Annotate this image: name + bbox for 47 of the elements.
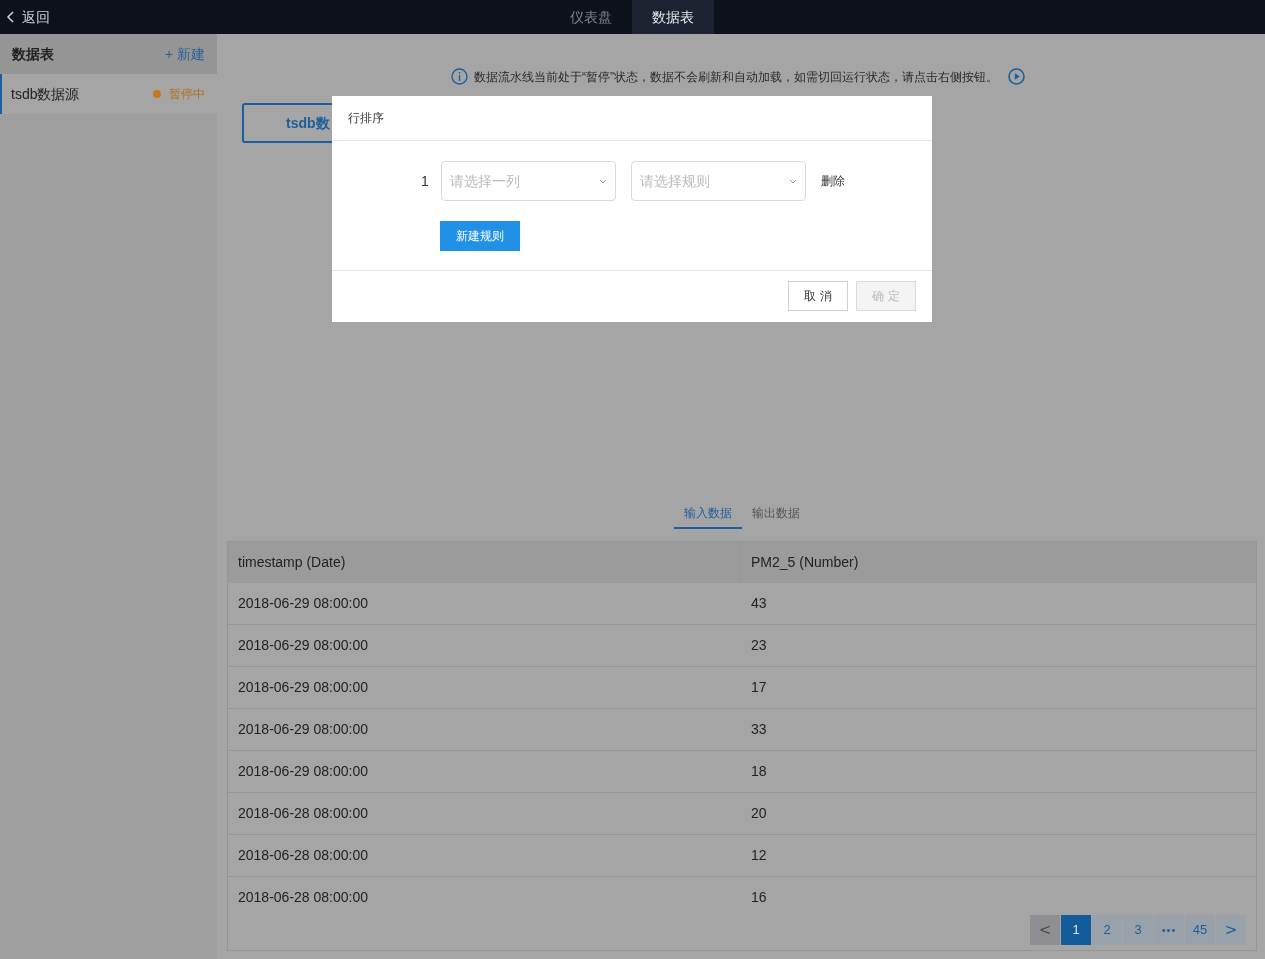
source-name: tsdb数据源 [11,84,80,104]
notice-text: 数据流水线当前处于“暂停”状态，数据不会刷新和自动加载，如需切回运行状态，请点击右侧按钮。 [474,68,998,86]
table-cell-text: 23 [750,636,768,655]
select-field[interactable]: 请选择一列 [441,161,616,201]
table-cell-text: 33 [750,720,768,739]
page-button[interactable]: 3 [1123,915,1153,945]
table-cell-text: 17 [750,678,768,697]
select-field[interactable]: 请选择规则 [631,161,806,201]
table-cell-text: 2018-06-28 08:00:00 [237,888,369,905]
table-cell-text: 2018-06-29 08:00:00 [237,720,369,739]
column-header: timestamp (Date) [228,542,741,583]
delete-link[interactable]: 删除 [821,172,845,190]
table-cell-text: 20 [750,804,768,823]
nav-tab[interactable]: 仪表盘 [550,0,632,34]
table-cell-text: 12 [750,846,768,865]
data-tab[interactable]: 输出数据 [742,498,810,529]
table-cell-text: 2018-06-29 08:00:00 [237,636,369,655]
sidebar-title: 数据表 [12,44,54,64]
back-button[interactable]: 返回 [0,0,50,34]
page-button[interactable]: 45 [1185,915,1215,945]
page-button[interactable]: 1 [1061,915,1091,945]
table-cell-text: 2018-06-29 08:00:00 [237,678,369,697]
rule-number: 1 [421,171,426,191]
table-cell-text: 2018-06-29 08:00:00 [237,594,369,613]
info-icon [451,68,468,85]
more-pages-button[interactable]: ••• [1154,915,1184,945]
table-cell-text: 2018-06-28 08:00:00 [237,804,369,823]
nav-tab[interactable]: 数据表 [632,0,714,34]
dialog-title: 行排序 [348,110,384,127]
table-cell-text: 16 [750,888,768,905]
chevron-down-icon [599,178,607,184]
new-link[interactable]: + 新建 [164,43,205,65]
play-icon[interactable] [1008,68,1025,85]
chevron-left-icon [6,11,16,23]
new-rule-button[interactable]: 新建规则 [440,221,520,251]
table-cell-text: 18 [750,762,768,781]
next-page-button[interactable]: > [1216,915,1246,945]
sidebar-item[interactable]: tsdb数据源 暂停中 [0,74,217,114]
chevron-down-icon [789,178,797,184]
table-cell-text: 2018-06-29 08:00:00 [237,762,369,781]
column-header: PM2_5 (Number) [750,553,860,572]
cancel-button[interactable]: 取 消 [788,281,848,311]
table-cell-text: 2018-06-28 08:00:00 [237,846,369,865]
data-tab[interactable]: 输入数据 [674,498,742,529]
status-label: 暂停中 [169,86,205,103]
page-button[interactable]: 2 [1092,915,1122,945]
table-cell-text: 43 [750,594,768,613]
